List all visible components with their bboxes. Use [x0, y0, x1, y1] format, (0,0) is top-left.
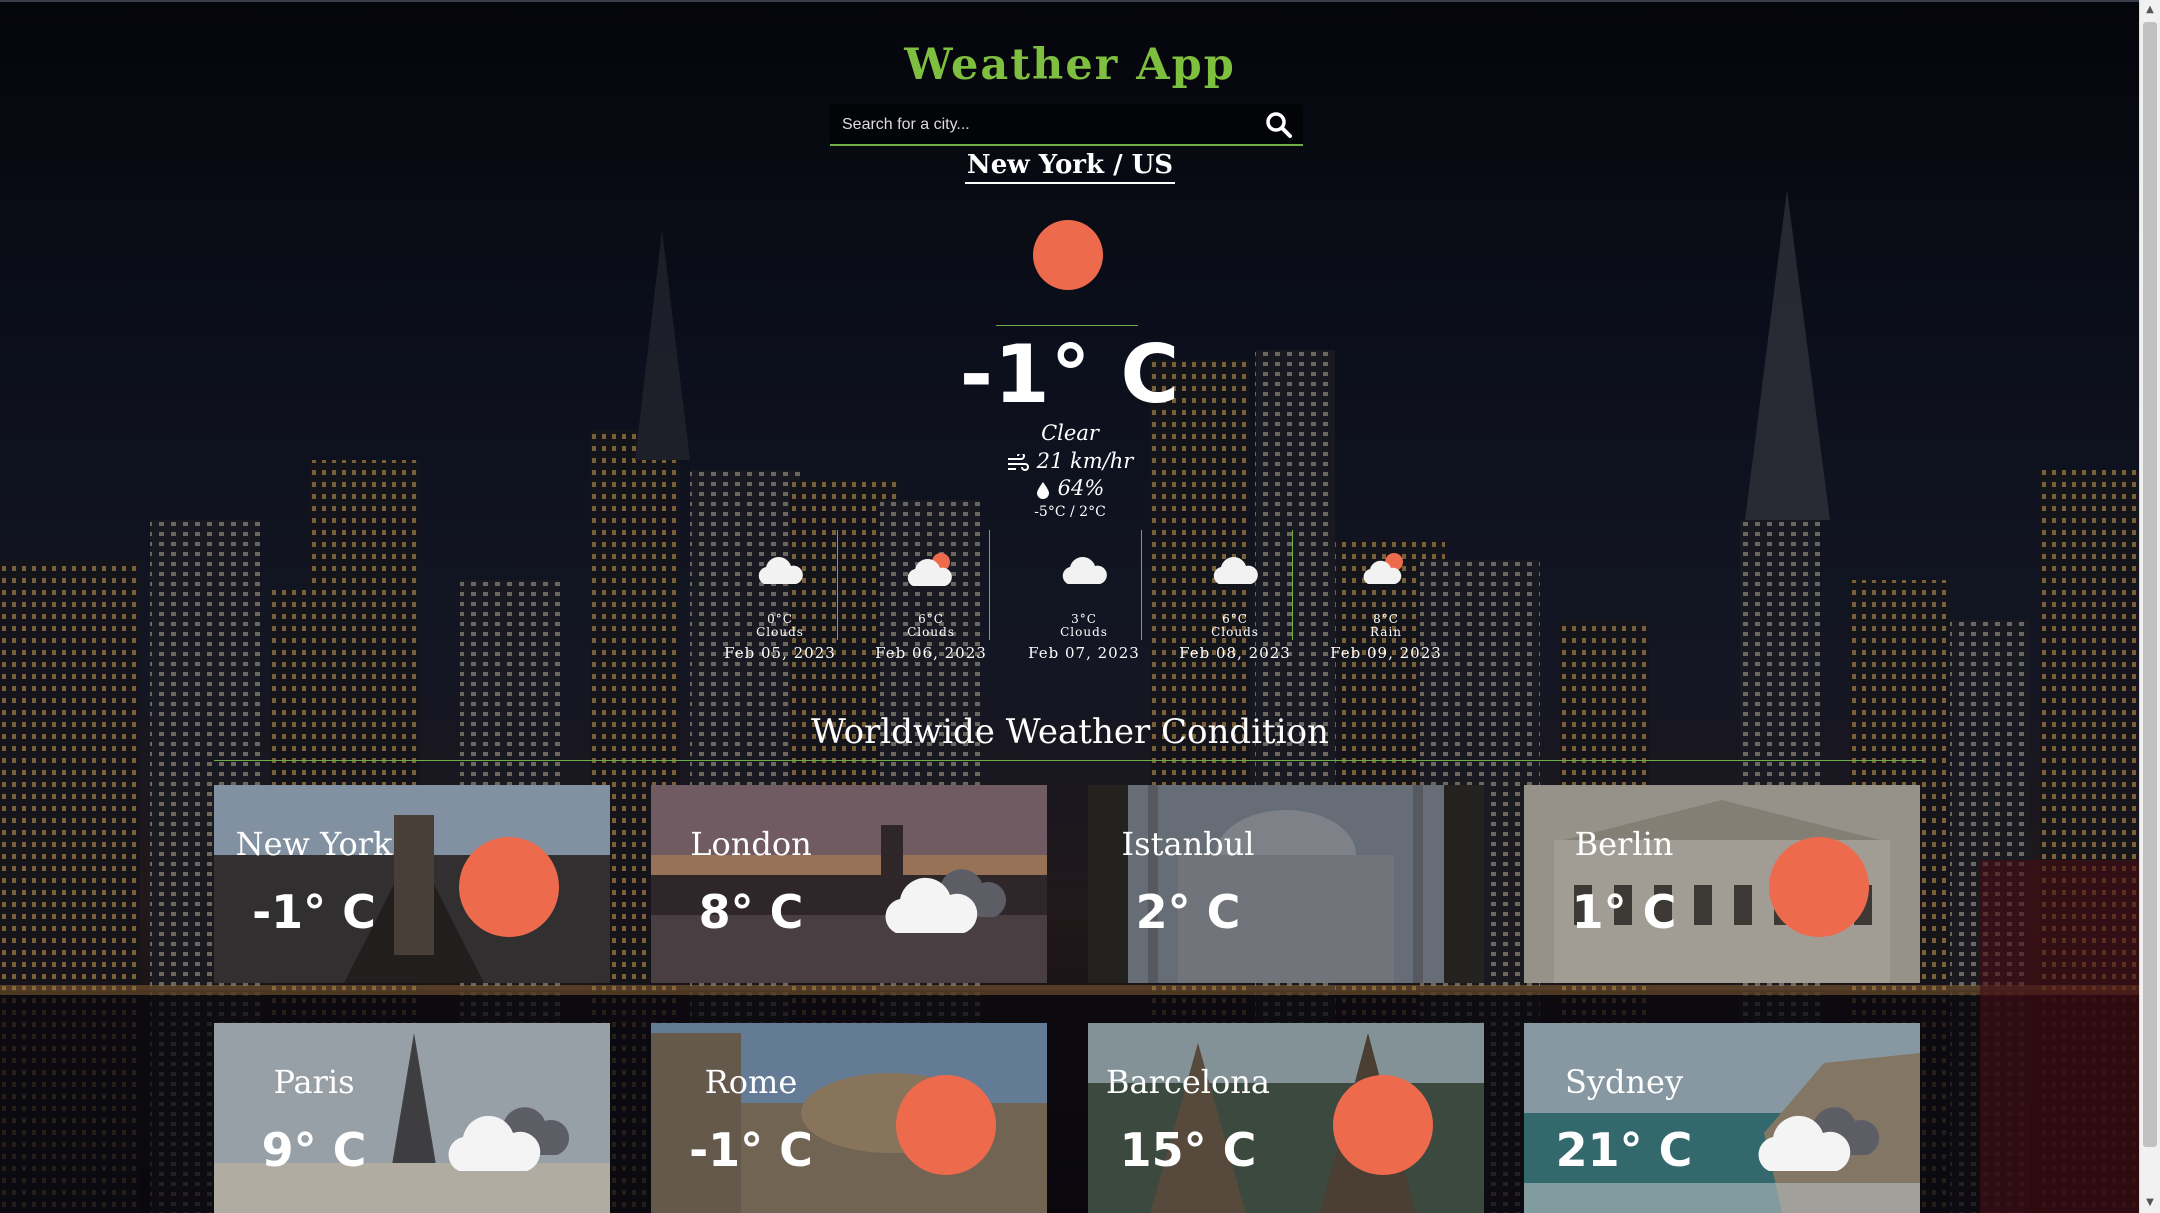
forecast-separator [837, 530, 838, 640]
app-title: Weather App [904, 40, 1236, 90]
city-temperature: 15° C [1119, 1123, 1257, 1177]
vertical-scrollbar[interactable]: ▲ ▼ [2139, 0, 2160, 1213]
forecast-strip: 0°C Clouds Feb 05, 2023 6°C Clouds Feb 0… [706, 530, 1441, 670]
search-input[interactable] [840, 110, 1244, 140]
wind-icon [1007, 453, 1029, 471]
forecast-desc: Clouds [756, 625, 804, 639]
current-temperature: -1° C [959, 328, 1181, 421]
city-name: Berlin [1574, 825, 1674, 863]
current-humidity: 64% [0, 476, 2140, 500]
forecast-day: 8°C Rain Feb 09, 2023 [1312, 530, 1460, 670]
droplet-icon [1036, 481, 1049, 499]
search-icon[interactable] [1263, 109, 1295, 141]
scroll-up-arrow-icon[interactable]: ▲ [2140, 0, 2160, 20]
wind-value: 21 km/hr [1036, 449, 1134, 473]
cloud-icon [1062, 557, 1107, 584]
window-top-border [0, 0, 2160, 2]
current-location: New York / US [0, 150, 2140, 184]
forecast-day: 6°C Clouds Feb 08, 2023 [1161, 530, 1309, 670]
city-card-istanbul[interactable]: Istanbul 2° C [1088, 785, 1484, 983]
sun-icon [459, 837, 559, 937]
forecast-temp: 3°C [1071, 612, 1097, 626]
forecast-separator [989, 530, 990, 640]
current-wind: 21 km/hr [0, 449, 2140, 473]
city-temperature: 8° C [698, 885, 804, 939]
forecast-day: 3°C Clouds Feb 07, 2023 [1010, 530, 1158, 670]
forecast-date: Feb 09, 2023 [1330, 644, 1442, 662]
city-temperature: -1° C [689, 1123, 813, 1177]
divider [996, 325, 1138, 326]
scrollbar-thumb[interactable] [2143, 22, 2157, 1147]
forecast-day: 6°C Clouds Feb 06, 2023 [857, 530, 1005, 670]
cloud-sun-icon [1363, 553, 1403, 584]
city-temperature: 9° C [261, 1123, 367, 1177]
clouds-icon [885, 869, 1007, 933]
humidity-value: 64% [1057, 476, 1105, 500]
city-name: Barcelona [1106, 1063, 1270, 1101]
city-temperature: 2° C [1135, 885, 1241, 939]
city-card-berlin[interactable]: Berlin 1° C [1524, 785, 1920, 983]
forecast-desc: Clouds [1060, 625, 1108, 639]
temperature-range: -5°C / 2°C [1034, 504, 1106, 520]
forecast-day: 0°C Clouds Feb 05, 2023 [706, 530, 854, 670]
city-name: Paris [273, 1063, 355, 1101]
city-name: New York [235, 825, 393, 863]
city-temperature: 21° C [1555, 1123, 1693, 1177]
forecast-desc: Rain [1369, 625, 1403, 639]
city-card-new-york[interactable]: New York -1° C [214, 785, 610, 983]
forecast-date: Feb 08, 2023 [1179, 644, 1291, 662]
city-card-london[interactable]: London 8° C [651, 785, 1047, 983]
sun-icon [896, 1075, 996, 1175]
city-name: Istanbul [1121, 825, 1255, 863]
sun-icon [1033, 220, 1103, 290]
city-name: London [690, 825, 812, 863]
city-card-paris[interactable]: Paris 9° C [214, 1023, 610, 1213]
clouds-icon [1758, 1107, 1880, 1171]
worldwide-title: Worldwide Weather Condition [811, 712, 1329, 752]
city-card-rome[interactable]: Rome -1° C [651, 1023, 1047, 1213]
city-temperature: -1° C [252, 885, 376, 939]
forecast-temp: 0°C [767, 612, 793, 626]
city-card-sydney[interactable]: Sydney 21° C [1524, 1023, 1920, 1213]
forecast-temp: 6°C [918, 612, 944, 626]
forecast-temp: 6°C [1222, 612, 1248, 626]
city-name: Rome [704, 1063, 798, 1101]
sun-icon [1769, 837, 1869, 937]
city-name: Sydney [1564, 1063, 1684, 1101]
current-description: Clear [1041, 421, 1099, 445]
search-bar [830, 104, 1303, 146]
forecast-date: Feb 07, 2023 [1028, 644, 1140, 662]
city-card-barcelona[interactable]: Barcelona 15° C [1088, 1023, 1484, 1213]
card-overlay [1088, 785, 1484, 983]
forecast-date: Feb 05, 2023 [724, 644, 836, 662]
forecast-desc: Clouds [1211, 625, 1259, 639]
forecast-separator [1292, 530, 1293, 640]
clouds-icon [448, 1107, 570, 1171]
forecast-desc: Clouds [907, 625, 955, 639]
forecast-date: Feb 06, 2023 [875, 644, 987, 662]
cloud-icon [1213, 557, 1258, 584]
cloud-icon [758, 557, 803, 584]
forecast-separator [1141, 530, 1142, 640]
cloud-sun-icon [907, 553, 952, 586]
scroll-down-arrow-icon[interactable]: ▼ [2140, 1193, 2160, 1213]
sun-icon [1333, 1075, 1433, 1175]
location-label: New York / US [964, 150, 1176, 184]
forecast-temp: 8°C [1373, 612, 1399, 626]
city-temperature: 1° C [1571, 885, 1677, 939]
divider [214, 760, 1924, 761]
